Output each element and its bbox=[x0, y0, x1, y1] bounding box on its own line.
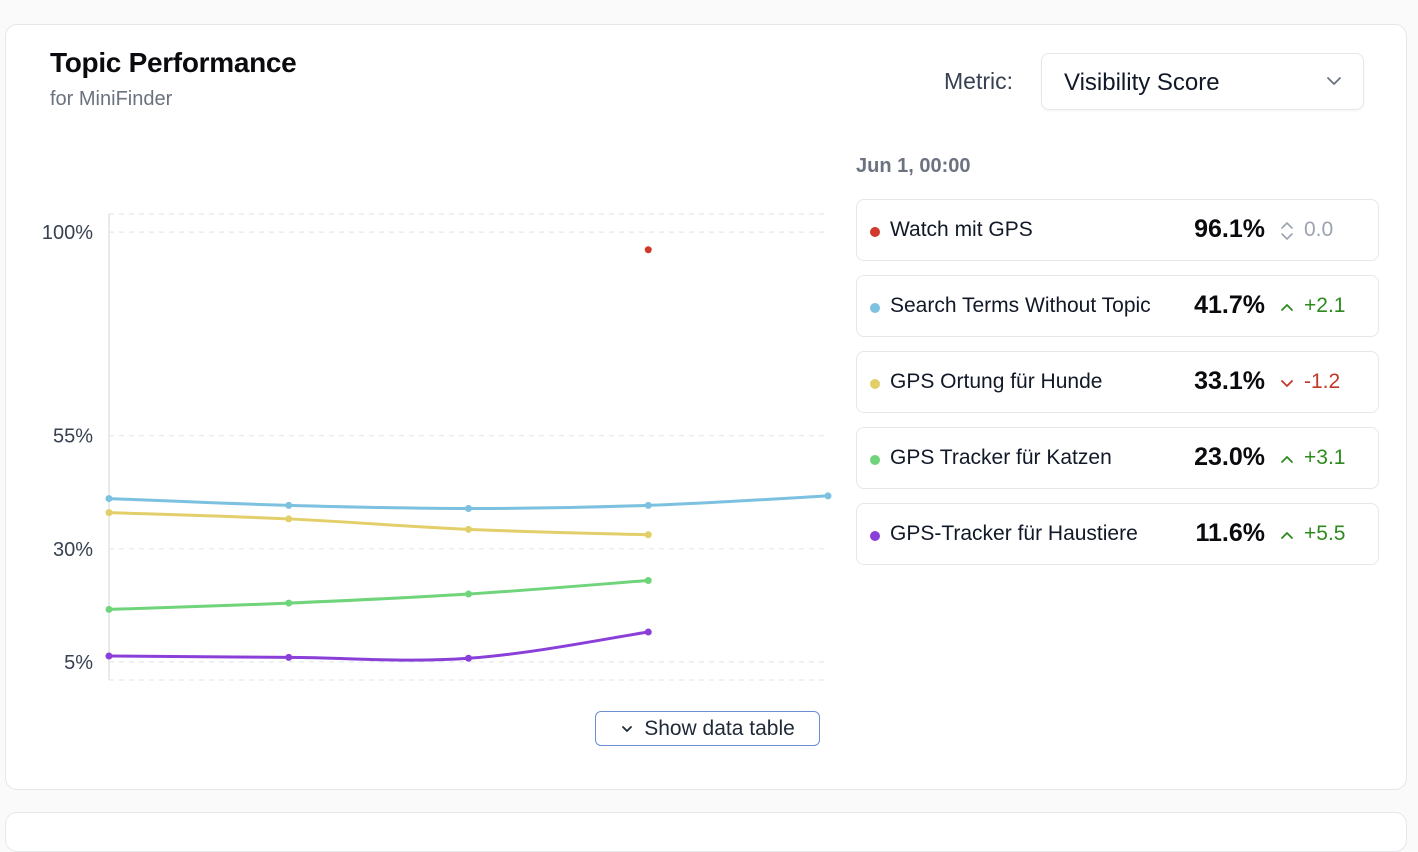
data-point bbox=[465, 505, 472, 513]
chevron-down-icon bbox=[1281, 380, 1293, 387]
series-change: +5.5 bbox=[1304, 522, 1346, 545]
series-row-watch-mit-gps[interactable]: Watch mit GPS 96.1% 0.0 bbox=[856, 199, 1379, 261]
series-color-dot bbox=[870, 303, 880, 313]
data-point bbox=[824, 492, 832, 500]
y-tick-label: 30% bbox=[53, 539, 93, 561]
data-point bbox=[105, 495, 113, 503]
series-color-dot bbox=[870, 379, 880, 389]
y-tick-label: 55% bbox=[53, 426, 93, 448]
line-chart: 100% 55% 30% 5% bbox=[42, 213, 832, 681]
data-point bbox=[465, 590, 472, 598]
metric-select[interactable]: Visibility Score bbox=[1041, 53, 1364, 110]
series-name: GPS Tracker für Katzen bbox=[890, 446, 1112, 469]
next-card bbox=[5, 812, 1407, 852]
data-point bbox=[465, 654, 472, 662]
data-point bbox=[105, 605, 113, 613]
chevron-up-icon bbox=[1281, 304, 1293, 311]
data-point bbox=[105, 652, 113, 660]
series-change: +2.1 bbox=[1304, 294, 1346, 317]
y-tick-label: 100% bbox=[42, 222, 93, 244]
data-point bbox=[644, 531, 652, 539]
data-point bbox=[285, 515, 293, 523]
data-point bbox=[285, 653, 293, 661]
series-value: 11.6% bbox=[1195, 519, 1265, 547]
chevron-down-icon bbox=[622, 725, 633, 732]
series-name: Search Terms Without Topic bbox=[890, 294, 1151, 317]
series-color-dot bbox=[870, 455, 880, 465]
show-data-table-button[interactable]: Show data table bbox=[595, 711, 820, 746]
data-point bbox=[285, 599, 293, 607]
series-value: 33.1% bbox=[1194, 367, 1265, 395]
show-data-table-label: Show data table bbox=[644, 716, 795, 740]
series-name: Watch mit GPS bbox=[890, 218, 1033, 241]
unchanged-icon bbox=[1281, 222, 1293, 240]
series-line bbox=[107, 511, 650, 537]
series-change: 0.0 bbox=[1304, 218, 1334, 241]
series-row-gps-tracker-fur-katzen[interactable]: GPS Tracker für Katzen 23.0% +3.1 bbox=[856, 427, 1379, 489]
series-row-gps-ortung-fur-hunde[interactable]: GPS Ortung für Hunde 33.1% -1.2 bbox=[856, 351, 1379, 413]
series-line bbox=[107, 578, 650, 611]
chevron-up-icon bbox=[1281, 456, 1293, 463]
data-point bbox=[465, 525, 472, 533]
series-name: GPS Ortung für Hunde bbox=[890, 370, 1103, 393]
series-row-search-terms-without-topic[interactable]: Search Terms Without Topic 41.7% +2.1 bbox=[856, 275, 1379, 337]
metric-label: Metric: bbox=[944, 68, 1013, 94]
data-point bbox=[105, 509, 113, 517]
data-point bbox=[644, 501, 652, 509]
tooltip-date: Jun 1, 00:00 bbox=[856, 155, 971, 177]
series-line bbox=[107, 630, 650, 662]
data-point bbox=[644, 628, 652, 636]
series-value: 23.0% bbox=[1194, 443, 1265, 471]
topic-performance-card: Topic Performance for MiniFinder Metric:… bbox=[5, 24, 1407, 790]
data-point bbox=[644, 246, 652, 254]
series-list: Watch mit GPS 96.1% 0.0 Search Terms Wit… bbox=[856, 199, 1379, 579]
series-row-gps-tracker-fur-haustiere[interactable]: GPS-Tracker für Haustiere 11.6% +5.5 bbox=[856, 503, 1379, 565]
series-color-dot bbox=[870, 531, 880, 541]
series-color-dot bbox=[870, 227, 880, 237]
series-change: +3.1 bbox=[1304, 446, 1346, 469]
series-value: 96.1% bbox=[1194, 215, 1265, 243]
series-name: GPS-Tracker für Haustiere bbox=[890, 522, 1138, 545]
series-value: 41.7% bbox=[1194, 291, 1265, 319]
data-point bbox=[644, 576, 652, 584]
chevron-up-icon bbox=[1281, 532, 1293, 539]
chevron-down-icon bbox=[1327, 77, 1341, 85]
series-change: -1.2 bbox=[1304, 370, 1341, 393]
metric-selected-value: Visibility Score bbox=[1064, 69, 1220, 96]
y-tick-label: 5% bbox=[64, 652, 93, 674]
data-point bbox=[285, 501, 293, 509]
